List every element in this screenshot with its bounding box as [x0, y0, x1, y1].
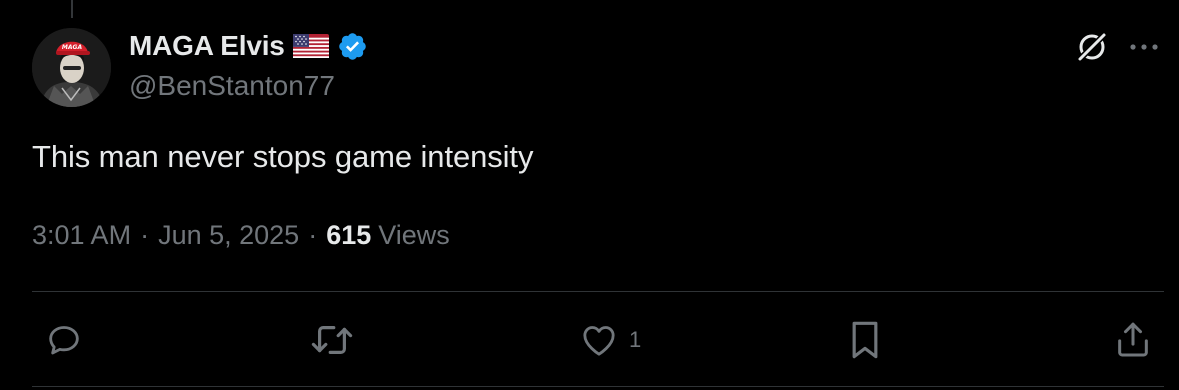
like-button[interactable]: 1 — [579, 318, 641, 362]
repost-icon — [311, 326, 353, 354]
divider — [32, 291, 1164, 292]
avatar-cap-text: MAGA — [62, 44, 83, 51]
reply-icon — [49, 326, 79, 355]
meta-separator: · — [140, 220, 150, 250]
divider — [32, 386, 1164, 387]
tweet-time[interactable]: 3:01 AM — [32, 220, 131, 251]
thread-connector-line — [71, 0, 73, 18]
heart-icon — [583, 326, 615, 356]
repost-button[interactable] — [309, 318, 355, 362]
avatar-image: MAGA — [32, 28, 111, 107]
views-count[interactable]: 615 — [326, 220, 371, 251]
author-handle[interactable]: @BenStanton77 — [129, 70, 335, 102]
verified-badge-icon[interactable] — [337, 31, 368, 62]
share-icon — [1118, 322, 1148, 357]
more-options-button[interactable] — [1126, 30, 1162, 64]
grok-button[interactable] — [1073, 28, 1111, 66]
share-button[interactable] — [1113, 318, 1153, 362]
like-count: 1 — [629, 327, 642, 352]
views-label[interactable]: Views — [378, 220, 450, 251]
tweet-meta: 3:01 AM · Jun 5, 2025 · 615 Views — [32, 220, 450, 251]
more-horizontal-icon — [1130, 44, 1158, 50]
tweet-text: This man never stops game intensity — [32, 139, 534, 174]
avatar[interactable]: MAGA — [32, 28, 111, 107]
reply-button[interactable] — [44, 318, 84, 362]
author-display-name[interactable]: MAGA Elvis — [129, 30, 285, 62]
author-name-row: MAGA Elvis — [129, 29, 368, 63]
grok-icon — [1076, 31, 1108, 63]
bookmark-button[interactable] — [845, 318, 885, 362]
us-flag-icon — [292, 34, 329, 58]
bookmark-icon — [852, 321, 878, 359]
tweet-date[interactable]: Jun 5, 2025 — [158, 220, 299, 251]
meta-separator: · — [308, 220, 318, 250]
